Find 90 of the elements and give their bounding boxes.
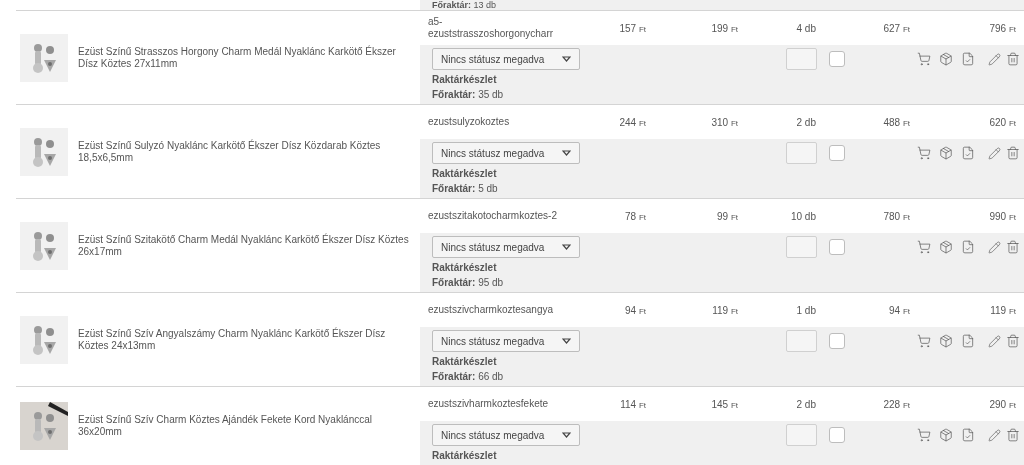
caret-icon bbox=[562, 56, 571, 62]
sku-text: ezustszivcharmkoztesangya bbox=[428, 304, 555, 316]
cart-icon[interactable] bbox=[917, 334, 931, 348]
quantity-text: 1 db bbox=[796, 304, 816, 316]
status-dropdown[interactable]: Nincs státusz megadva bbox=[432, 424, 580, 446]
stock-heading: Raktárkészlet bbox=[432, 73, 497, 87]
checkbox[interactable] bbox=[829, 333, 845, 349]
total-text: 94 Ft bbox=[889, 304, 910, 316]
total-text: 796 Ft bbox=[989, 22, 1016, 34]
input-field[interactable] bbox=[786, 424, 817, 446]
edit-icon[interactable] bbox=[988, 428, 1001, 442]
price-text: 157 Ft bbox=[619, 22, 646, 34]
stock-heading: Raktárkészlet bbox=[432, 355, 497, 369]
box-icon[interactable] bbox=[939, 52, 953, 66]
total-text: 488 Ft bbox=[883, 116, 910, 128]
price-text: 114 Ft bbox=[620, 398, 646, 410]
total-text: 119 Ft bbox=[990, 304, 1016, 316]
input-field[interactable] bbox=[786, 48, 817, 70]
checkbox[interactable] bbox=[829, 239, 845, 255]
sku-text: ezustszivharmkoztesfekete bbox=[428, 398, 550, 410]
price-text: 94 Ft bbox=[625, 304, 646, 316]
price-text: 199 Ft bbox=[711, 22, 738, 34]
delete-icon[interactable] bbox=[1006, 146, 1020, 160]
document-check-icon[interactable] bbox=[961, 334, 975, 348]
sku-text: a5-ezuststrasszoshorgonycharr bbox=[428, 16, 555, 40]
box-icon[interactable] bbox=[939, 428, 953, 442]
product-name: Ezüst Színű Strasszos Horgony Charm Medál Nyaklánc Karkötő Ékszer Dísz Köztes 27x11mm bbox=[78, 45, 397, 70]
input-field[interactable] bbox=[786, 236, 817, 258]
warehouse-stock: Főraktár: 5 db bbox=[432, 182, 498, 196]
delete-icon[interactable] bbox=[1006, 334, 1020, 348]
price-text: 119 Ft bbox=[712, 304, 738, 316]
price-text: 99 Ft bbox=[717, 210, 738, 222]
total-text: 620 Ft bbox=[989, 116, 1016, 128]
document-check-icon[interactable] bbox=[961, 52, 975, 66]
total-text: 990 Ft bbox=[989, 210, 1016, 222]
checkbox[interactable] bbox=[829, 427, 845, 443]
caret-icon bbox=[562, 244, 571, 250]
cart-icon[interactable] bbox=[917, 240, 931, 254]
document-check-icon[interactable] bbox=[961, 240, 975, 254]
caret-icon bbox=[562, 432, 571, 438]
price-text: 310 Ft bbox=[711, 116, 738, 128]
warehouse-stock: Főraktár: 13 db bbox=[432, 0, 497, 10]
status-dropdown[interactable]: Nincs státusz megadva bbox=[432, 236, 580, 258]
box-icon[interactable] bbox=[939, 146, 953, 160]
stock-heading: Raktárkészlet bbox=[432, 261, 497, 275]
price-text: 244 Ft bbox=[619, 116, 646, 128]
checkbox[interactable] bbox=[829, 145, 845, 161]
input-field[interactable] bbox=[786, 142, 817, 164]
product-name: Ezüst Színű Sulyzó Nyaklánc Karkötő Ékszer Dísz Közdarab Köztes 18,5x6,5mm bbox=[78, 139, 382, 164]
caret-icon bbox=[562, 338, 571, 344]
price-text: 78 Ft bbox=[625, 210, 646, 222]
delete-icon[interactable] bbox=[1006, 52, 1020, 66]
product-name: Ezüst Színű Szitakötő Charm Medál Nyaklánc Karkötő Ékszer Dísz Köztes 26x17mm bbox=[78, 233, 410, 258]
status-dropdown[interactable]: Nincs státusz megadva bbox=[432, 48, 580, 70]
product-name: Ezüst Színű Szív Angyalszámy Charm Nyaklánc Karkötő Ékszer Dísz Köztes 24x13mm bbox=[78, 327, 387, 352]
total-text: 780 Ft bbox=[883, 210, 910, 222]
warehouse-stock: Főraktár: 95 db bbox=[432, 276, 504, 290]
edit-icon[interactable] bbox=[988, 52, 1001, 66]
document-check-icon[interactable] bbox=[961, 428, 975, 442]
sku-text: ezustsulyzokoztes bbox=[428, 116, 511, 128]
quantity-text: 10 db bbox=[790, 210, 816, 222]
edit-icon[interactable] bbox=[988, 146, 1001, 160]
total-text: 228 Ft bbox=[883, 398, 910, 410]
price-text: 145 Ft bbox=[711, 398, 738, 410]
delete-icon[interactable] bbox=[1006, 428, 1020, 442]
document-check-icon[interactable] bbox=[961, 146, 975, 160]
caret-icon bbox=[562, 150, 571, 156]
status-dropdown[interactable]: Nincs státusz megadva bbox=[432, 142, 580, 164]
delete-icon[interactable] bbox=[1006, 240, 1020, 254]
box-icon[interactable] bbox=[939, 240, 953, 254]
stock-heading: Raktárkészlet bbox=[432, 449, 497, 463]
warehouse-stock: Főraktár: 35 db bbox=[432, 88, 504, 102]
quantity-text: 4 db bbox=[796, 22, 816, 34]
status-dropdown[interactable]: Nincs státusz megadva bbox=[432, 330, 580, 352]
warehouse-stock: Főraktár: 66 db bbox=[432, 370, 504, 384]
stock-heading: Raktárkészlet bbox=[432, 167, 497, 181]
edit-icon[interactable] bbox=[988, 240, 1001, 254]
quantity-text: 2 db bbox=[796, 398, 816, 410]
total-text: 627 Ft bbox=[883, 22, 910, 34]
quantity-text: 2 db bbox=[796, 116, 816, 128]
input-field[interactable] bbox=[786, 330, 817, 352]
edit-icon[interactable] bbox=[988, 334, 1001, 348]
cart-icon[interactable] bbox=[917, 146, 931, 160]
cart-icon[interactable] bbox=[917, 428, 931, 442]
cart-icon[interactable] bbox=[917, 52, 931, 66]
product-name: Ezüst Színű Szív Charm Köztes Ajándék Fekete Kord Nyaklánccal 36x20mm bbox=[78, 414, 374, 438]
sku-text: ezustszitakotocharmkoztes-2 bbox=[428, 210, 558, 222]
checkbox[interactable] bbox=[829, 51, 845, 67]
total-text: 290 Ft bbox=[989, 398, 1016, 410]
box-icon[interactable] bbox=[939, 334, 953, 348]
